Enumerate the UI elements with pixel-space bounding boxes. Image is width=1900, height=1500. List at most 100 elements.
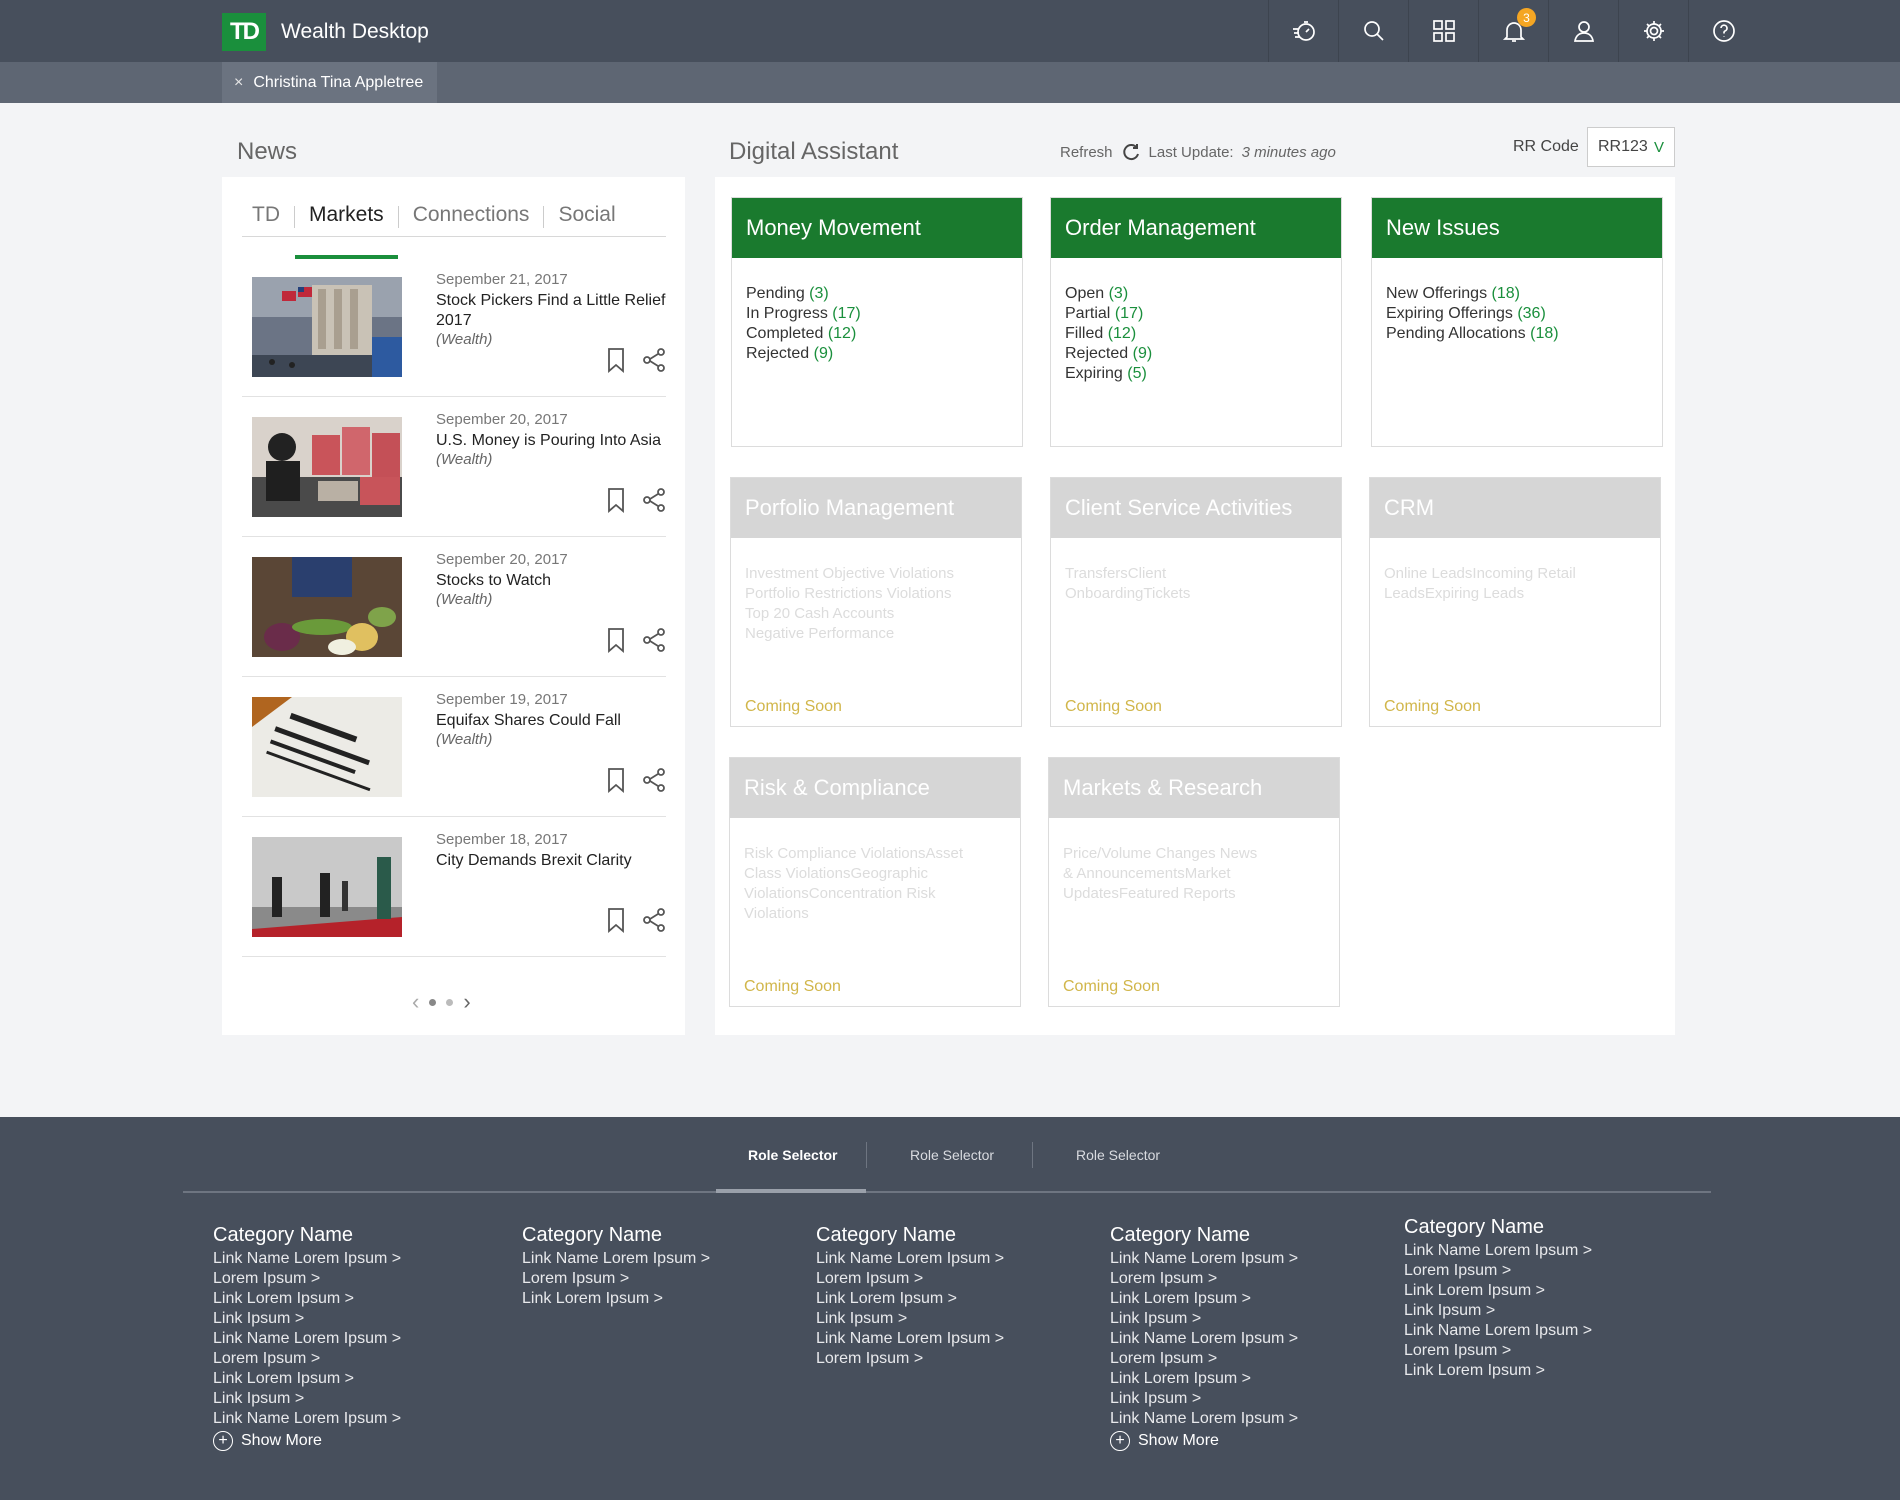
card-row[interactable]: Pending (3) <box>746 284 1008 304</box>
search-button[interactable] <box>1338 0 1408 62</box>
help-button[interactable] <box>1688 0 1758 62</box>
card-row[interactable]: Pending Allocations (18) <box>1386 324 1648 344</box>
footer-link[interactable]: Lorem Ipsum > <box>213 1349 401 1369</box>
tab-role-selector-2[interactable]: Role Selector <box>910 1147 994 1163</box>
news-item[interactable]: Sepember 20, 2017 U.S. Money is Pouring … <box>242 397 666 537</box>
news-thumbnail-credit-file[interactable] <box>252 697 402 797</box>
tab-markets[interactable]: Markets <box>295 203 398 259</box>
notifications-button[interactable]: 3 <box>1478 0 1548 62</box>
show-more-button[interactable]: + Show More <box>1110 1431 1298 1451</box>
footer-link[interactable]: Link Lorem Ipsum > <box>1110 1369 1298 1389</box>
news-thumbnail-brexit[interactable] <box>252 837 402 937</box>
footer-link[interactable]: Lorem Ipsum > <box>816 1349 1004 1369</box>
footer-link[interactable]: Link Name Lorem Ipsum > <box>1404 1321 1592 1341</box>
bookmark-icon[interactable] <box>604 487 628 513</box>
news-headline[interactable]: Stocks to Watch <box>436 571 671 591</box>
card-row[interactable]: Completed (12) <box>746 324 1008 344</box>
share-icon[interactable] <box>642 907 666 933</box>
card-money-movement[interactable]: Money Movement Pending (3) In Progress (… <box>731 197 1023 447</box>
news-headline[interactable]: Stock Pickers Find a Little Relief 2017 <box>436 291 671 331</box>
footer-link[interactable]: Lorem Ipsum > <box>522 1269 710 1289</box>
bookmark-icon[interactable] <box>604 347 628 373</box>
footer-link[interactable]: Lorem Ipsum > <box>816 1269 1004 1289</box>
share-icon[interactable] <box>642 487 666 513</box>
card-row[interactable]: In Progress (17) <box>746 304 1008 324</box>
footer-link[interactable]: Link Lorem Ipsum > <box>1404 1361 1592 1381</box>
footer-link[interactable]: Link Lorem Ipsum > <box>213 1369 401 1389</box>
apps-button[interactable] <box>1408 0 1478 62</box>
card-row[interactable]: Rejected (9) <box>746 344 1008 364</box>
pager-dot-active[interactable] <box>429 998 437 1006</box>
bookmark-icon[interactable] <box>604 627 628 653</box>
td-logo[interactable]: TD <box>222 13 266 51</box>
tab-role-selector-3[interactable]: Role Selector <box>1076 1147 1160 1163</box>
news-item[interactable]: Sepember 21, 2017 Stock Pickers Find a L… <box>242 257 666 397</box>
news-thumbnail-money[interactable] <box>252 417 402 517</box>
news-thumbnail-wall-street[interactable] <box>252 277 402 377</box>
rr-code-select[interactable]: RR123 V <box>1587 127 1675 167</box>
footer-link[interactable]: Link Name Lorem Ipsum > <box>1110 1329 1298 1349</box>
footer-link[interactable]: Link Name Lorem Ipsum > <box>816 1329 1004 1349</box>
timer-button[interactable] <box>1268 0 1338 62</box>
news-item[interactable]: Sepember 20, 2017 Stocks to Watch (Wealt… <box>242 537 666 677</box>
footer-link[interactable]: Link Name Lorem Ipsum > <box>213 1409 401 1429</box>
card-row[interactable]: Expiring (5) <box>1065 364 1327 384</box>
footer-link[interactable]: Link Name Lorem Ipsum > <box>1110 1249 1298 1269</box>
footer-link[interactable]: Link Name Lorem Ipsum > <box>213 1329 401 1349</box>
footer-link[interactable]: Lorem Ipsum > <box>1110 1349 1298 1369</box>
tab-social[interactable]: Social <box>544 203 629 242</box>
footer-link[interactable]: Link Name Lorem Ipsum > <box>1404 1241 1592 1261</box>
footer-link[interactable]: Link Ipsum > <box>816 1309 1004 1329</box>
client-tab[interactable]: × Christina Tina Appletree <box>222 62 438 103</box>
share-icon[interactable] <box>642 767 666 793</box>
pager-prev-button[interactable]: ‹ <box>412 989 419 1015</box>
card-row[interactable]: New Offerings (18) <box>1386 284 1648 304</box>
news-headline[interactable]: Equifax Shares Could Fall <box>436 711 671 731</box>
footer-link[interactable]: Link Ipsum > <box>213 1309 401 1329</box>
card-row[interactable]: Expiring Offerings (36) <box>1386 304 1648 324</box>
tab-role-selector-1[interactable]: Role Selector <box>748 1147 837 1163</box>
tab-connections[interactable]: Connections <box>399 203 544 242</box>
news-item[interactable]: Sepember 19, 2017 Equifax Shares Could F… <box>242 677 666 817</box>
news-item[interactable]: Sepember 18, 2017 City Demands Brexit Cl… <box>242 817 666 957</box>
card-row[interactable]: Filled (12) <box>1065 324 1327 344</box>
share-icon[interactable] <box>642 347 666 373</box>
refresh-icon[interactable] <box>1121 142 1141 162</box>
footer-link[interactable]: Lorem Ipsum > <box>1404 1341 1592 1361</box>
footer-link[interactable]: Link Name Lorem Ipsum > <box>816 1249 1004 1269</box>
footer-link[interactable]: Link Name Lorem Ipsum > <box>1110 1409 1298 1429</box>
card-row[interactable]: Rejected (9) <box>1065 344 1327 364</box>
footer-link[interactable]: Link Lorem Ipsum > <box>816 1289 1004 1309</box>
show-more-button[interactable]: + Show More <box>213 1431 401 1451</box>
footer-link[interactable]: Link Name Lorem Ipsum > <box>213 1249 401 1269</box>
share-icon[interactable] <box>642 627 666 653</box>
news-thumbnail-vegetables[interactable] <box>252 557 402 657</box>
footer-link[interactable]: Link Name Lorem Ipsum > <box>522 1249 710 1269</box>
card-order-management[interactable]: Order Management Open (3) Partial (17) F… <box>1050 197 1342 447</box>
footer-link[interactable]: Link Lorem Ipsum > <box>1110 1289 1298 1309</box>
settings-button[interactable] <box>1618 0 1688 62</box>
footer-link[interactable]: Link Lorem Ipsum > <box>213 1289 401 1309</box>
footer-link[interactable]: Link Ipsum > <box>213 1389 401 1409</box>
bookmark-icon[interactable] <box>604 767 628 793</box>
tab-td[interactable]: TD <box>242 203 294 242</box>
bookmark-icon[interactable] <box>604 907 628 933</box>
contacts-button[interactable] <box>1548 0 1618 62</box>
footer-link[interactable]: Link Ipsum > <box>1110 1389 1298 1409</box>
footer-link[interactable]: Link Ipsum > <box>1110 1309 1298 1329</box>
footer-link[interactable]: Link Lorem Ipsum > <box>522 1289 710 1309</box>
card-row[interactable]: Open (3) <box>1065 284 1327 304</box>
refresh-label[interactable]: Refresh <box>1060 144 1113 161</box>
footer-link[interactable]: Link Ipsum > <box>1404 1301 1592 1321</box>
card-row[interactable]: Partial (17) <box>1065 304 1327 324</box>
close-icon[interactable]: × <box>234 74 243 92</box>
card-new-issues[interactable]: New Issues New Offerings (18) Expiring O… <box>1371 197 1663 447</box>
news-headline[interactable]: U.S. Money is Pouring Into Asia <box>436 431 671 451</box>
news-headline[interactable]: City Demands Brexit Clarity <box>436 851 671 871</box>
footer-link[interactable]: Lorem Ipsum > <box>213 1269 401 1289</box>
footer-link[interactable]: Link Lorem Ipsum > <box>1404 1281 1592 1301</box>
footer-link[interactable]: Lorem Ipsum > <box>1110 1269 1298 1289</box>
pager-dot[interactable] <box>446 998 454 1006</box>
footer-link[interactable]: Lorem Ipsum > <box>1404 1261 1592 1281</box>
pager-next-button[interactable]: › <box>463 989 470 1015</box>
